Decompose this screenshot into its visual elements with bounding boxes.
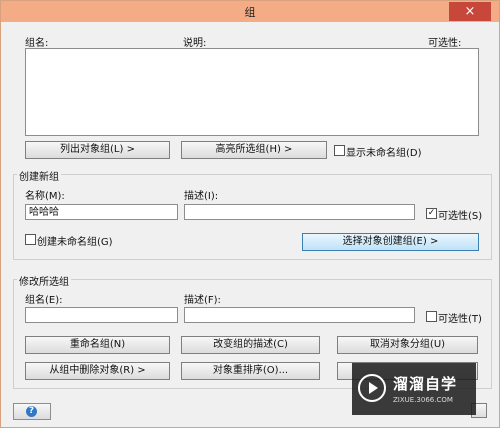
show-unnamed-label: 显示未命名组(D) bbox=[346, 148, 422, 159]
column-description: 说明: bbox=[183, 38, 207, 49]
create-group-title: 创建新组 bbox=[17, 168, 61, 183]
help-icon: ? bbox=[26, 406, 37, 417]
watermark: 溜溜自学 ZIXUE.3066.COM bbox=[352, 363, 476, 415]
rename-group-button[interactable]: 重命名组(N) bbox=[25, 336, 170, 354]
list-object-groups-button[interactable]: 列出对象组(L) > bbox=[25, 141, 170, 159]
reorder-objects-button[interactable]: 对象重排序(O)... bbox=[181, 362, 320, 380]
title-bar: 组 × bbox=[1, 1, 499, 22]
help-button[interactable]: ? bbox=[13, 403, 51, 420]
modify-description-input[interactable] bbox=[184, 307, 415, 323]
create-description-input[interactable] bbox=[184, 204, 415, 220]
watermark-url: ZIXUE.3066.COM bbox=[393, 396, 453, 404]
modify-group-title: 修改所选组 bbox=[17, 273, 71, 288]
create-description-label: 描述(I): bbox=[184, 191, 219, 202]
create-unnamed-checkbox[interactable] bbox=[25, 234, 36, 245]
close-button[interactable]: × bbox=[449, 2, 491, 21]
select-objects-create-group-button[interactable]: 选择对象创建组(E) > bbox=[302, 233, 479, 251]
create-name-label: 名称(M): bbox=[25, 191, 65, 202]
modify-selectable-checkbox[interactable] bbox=[426, 311, 437, 322]
column-selectable: 可选性: bbox=[428, 38, 462, 49]
modify-description-label: 描述(F): bbox=[184, 295, 221, 306]
change-description-button[interactable]: 改变组的描述(C) bbox=[181, 336, 320, 354]
highlight-selected-group-button[interactable]: 高亮所选组(H) > bbox=[181, 141, 327, 159]
window-title: 组 bbox=[244, 6, 256, 19]
create-unnamed-label: 创建未命名组(G) bbox=[37, 237, 113, 248]
group-list[interactable] bbox=[25, 48, 479, 136]
play-logo-icon bbox=[358, 374, 386, 402]
group-dialog: 组 × 组名: 说明: 可选性: 列出对象组(L) > 高亮所选组(H) > 显… bbox=[0, 0, 500, 428]
create-name-input[interactable]: 哈哈哈 bbox=[25, 204, 178, 220]
ungroup-objects-button[interactable]: 取消对象分组(U) bbox=[337, 336, 478, 354]
show-unnamed-checkbox[interactable] bbox=[334, 145, 345, 156]
remove-from-group-button[interactable]: 从组中删除对象(R) > bbox=[25, 362, 170, 380]
modify-name-label: 组名(E): bbox=[25, 295, 63, 306]
modify-name-input[interactable] bbox=[25, 307, 178, 323]
create-selectable-checkbox[interactable]: ✓ bbox=[426, 208, 437, 219]
create-selectable-label: 可选性(S) bbox=[438, 211, 483, 222]
watermark-title: 溜溜自学 bbox=[393, 375, 458, 393]
column-group-name: 组名: bbox=[25, 38, 49, 49]
modify-selectable-label: 可选性(T) bbox=[438, 314, 482, 325]
